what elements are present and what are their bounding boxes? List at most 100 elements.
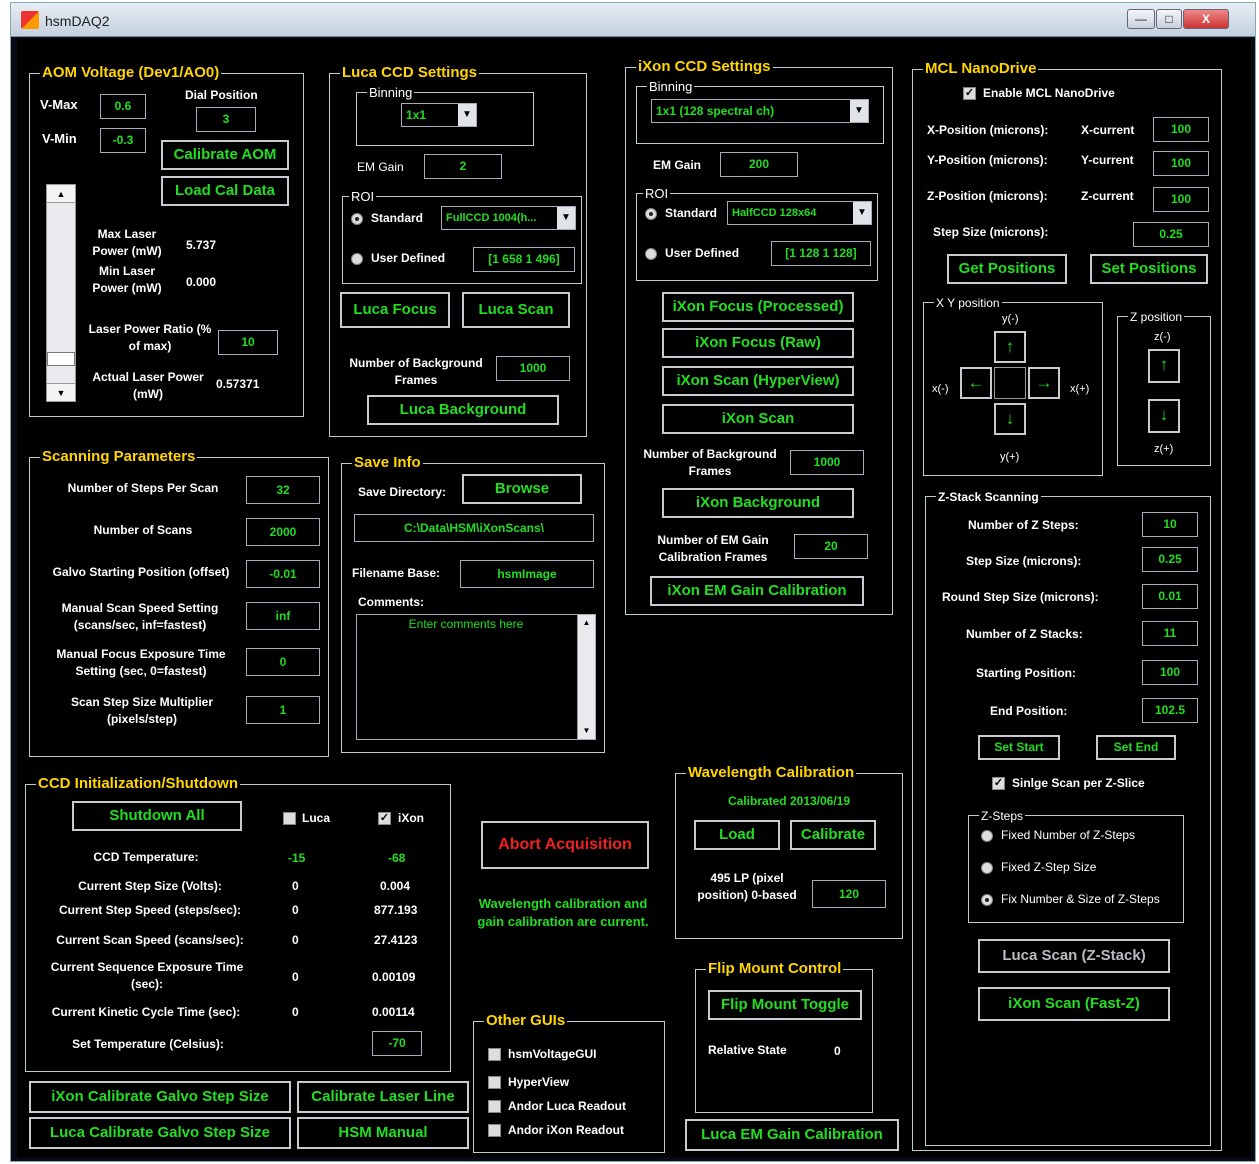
ixon-readout-checkbox[interactable] <box>488 1124 501 1137</box>
ixon-focus-processed-button[interactable]: iXon Focus (Processed) <box>662 292 854 322</box>
z-plus-button[interactable]: ↓ <box>1148 399 1180 433</box>
ixon-fastz-button[interactable]: iXon Scan (Fast-Z) <box>978 987 1170 1021</box>
single-scan-checkbox[interactable]: ✓ <box>992 777 1005 790</box>
fixed-size-radio[interactable] <box>981 862 993 874</box>
scroll-up-icon[interactable]: ▲ <box>578 615 595 631</box>
scroll-down-icon[interactable]: ▼ <box>578 723 595 739</box>
ixon-background-button[interactable]: iXon Background <box>662 488 854 518</box>
ixon-user-field[interactable]: [1 128 1 128] <box>771 241 871 266</box>
z-position-group: Z position z(-) ↑ ↓ z(+) <box>1117 308 1211 466</box>
enable-mcl-checkbox[interactable]: ✓ <box>963 87 976 100</box>
luca-focus-button[interactable]: Luca Focus <box>340 292 450 328</box>
shutdown-all-button[interactable]: Shutdown All <box>72 801 242 831</box>
set-temp-field[interactable]: -70 <box>372 1031 422 1056</box>
calibrate-laser-line-button[interactable]: Calibrate Laser Line <box>297 1081 469 1113</box>
nstacks-field[interactable]: 11 <box>1142 621 1198 646</box>
actual-power-value: 0.57371 <box>216 377 260 391</box>
power-ratio-field[interactable]: 10 <box>218 330 278 355</box>
luca-em-gain-calibration-button[interactable]: Luca EM Gain Calibration <box>685 1119 899 1151</box>
abort-acquisition-button[interactable]: Abort Acquisition <box>481 821 649 869</box>
ixon-calibrate-galvo-button[interactable]: iXon Calibrate Galvo Step Size <box>29 1081 291 1113</box>
browse-button[interactable]: Browse <box>462 474 582 504</box>
wave-calibrate-button[interactable]: Calibrate <box>790 820 876 850</box>
save-dir-field[interactable]: C:\Data\HSM\iXonScans\ <box>354 514 594 542</box>
ixon-standard-value: HalfCCD 128x64 <box>732 207 817 219</box>
luca-calibrate-galvo-button[interactable]: Luca Calibrate Galvo Step Size <box>29 1117 291 1149</box>
hsm-manual-button[interactable]: HSM Manual <box>297 1117 469 1149</box>
ixon-user-radio[interactable] <box>645 248 657 260</box>
wave-load-button[interactable]: Load <box>694 820 780 850</box>
end-field[interactable]: 102.5 <box>1142 698 1198 723</box>
minimize-button[interactable]: — <box>1127 9 1155 29</box>
ixon-bg-field[interactable]: 1000 <box>790 450 864 475</box>
speed-field[interactable]: inf <box>246 602 320 630</box>
close-button[interactable]: X <box>1183 9 1229 29</box>
mult-field[interactable]: 1 <box>246 696 320 724</box>
set-positions-button[interactable]: Set Positions <box>1090 254 1208 284</box>
comments-scrollbar[interactable]: ▲ ▼ <box>577 615 595 739</box>
slider-up-arrow[interactable]: ▲ <box>47 185 75 203</box>
set-start-button[interactable]: Set Start <box>978 735 1060 760</box>
luca-user-field[interactable]: [1 658 1 496] <box>473 247 575 272</box>
slider-down-arrow[interactable]: ▼ <box>47 383 75 401</box>
luca-standard-radio[interactable] <box>351 213 363 225</box>
ixon-checkbox[interactable]: ✓ <box>378 812 391 825</box>
nsteps-field[interactable]: 10 <box>1142 512 1198 537</box>
flip-panel: Flip Mount Control Flip Mount Toggle Rel… <box>695 960 873 1113</box>
x-minus-button[interactable]: ← <box>960 367 992 399</box>
filename-base-field[interactable]: hsmImage <box>460 560 594 588</box>
luca-bg-field[interactable]: 1000 <box>496 356 570 381</box>
ixon-emgain-field[interactable]: 200 <box>720 152 798 177</box>
z-minus-button[interactable]: ↑ <box>1148 349 1180 383</box>
ixon-scan-hyperview-button[interactable]: iXon Scan (HyperView) <box>662 366 854 396</box>
lp-field[interactable]: 120 <box>812 880 886 908</box>
galvo-field[interactable]: -0.01 <box>246 560 320 588</box>
x-plus-button[interactable]: → <box>1028 367 1060 399</box>
hsmvoltagegui-checkbox[interactable] <box>488 1048 501 1061</box>
zstep-field[interactable]: 0.25 <box>1142 547 1198 572</box>
ycur-field[interactable]: 100 <box>1153 151 1209 176</box>
ixon-standard-dropdown[interactable]: HalfCCD 128x64 ▼ <box>727 201 872 225</box>
zcur-field[interactable]: 100 <box>1153 187 1209 212</box>
ixon-standard-radio[interactable] <box>645 208 657 220</box>
y-plus-button[interactable]: ↓ <box>994 403 1026 435</box>
step-field[interactable]: 0.25 <box>1133 222 1209 247</box>
hyperview-checkbox[interactable] <box>488 1076 501 1089</box>
comments-textarea[interactable]: Enter comments here ▲ ▼ <box>356 614 596 740</box>
exposure-label: Manual Focus Exposure Time Setting (sec,… <box>56 647 226 678</box>
luca-binning-dropdown[interactable]: 1x1 ▼ <box>401 103 477 127</box>
luca-scan-button[interactable]: Luca Scan <box>462 292 570 328</box>
ixon-emcal-button[interactable]: iXon EM Gain Calibration <box>650 576 864 606</box>
luca-readout-checkbox[interactable] <box>488 1100 501 1113</box>
calibrate-aom-button[interactable]: Calibrate AOM <box>161 140 289 170</box>
steps-field[interactable]: 32 <box>246 476 320 504</box>
slider-thumb[interactable] <box>47 352 75 367</box>
flip-toggle-button[interactable]: Flip Mount Toggle <box>708 990 862 1020</box>
luca-user-radio[interactable] <box>351 253 363 265</box>
xcur-field[interactable]: 100 <box>1153 117 1209 142</box>
dial-field[interactable]: 3 <box>196 107 256 132</box>
y-minus-button[interactable]: ↑ <box>994 331 1026 363</box>
ixon-binning-dropdown[interactable]: 1x1 (128 spectral ch) ▼ <box>651 99 869 123</box>
load-cal-data-button[interactable]: Load Cal Data <box>161 176 289 206</box>
maximize-button[interactable]: □ <box>1156 9 1182 29</box>
vmin-field[interactable]: -0.3 <box>100 128 146 153</box>
nscans-field[interactable]: 2000 <box>246 518 320 546</box>
fixed-number-radio[interactable] <box>981 830 993 842</box>
get-positions-button[interactable]: Get Positions <box>947 254 1067 284</box>
ixon-focus-raw-button[interactable]: iXon Focus (Raw) <box>662 328 854 358</box>
start-field[interactable]: 100 <box>1142 660 1198 685</box>
luca-standard-dropdown[interactable]: FullCCD 1004(h... ▼ <box>441 206 576 230</box>
luca-emgain-field[interactable]: 2 <box>424 154 502 179</box>
luca-checkbox[interactable] <box>283 812 296 825</box>
fix-both-radio[interactable] <box>981 894 993 906</box>
set-end-button[interactable]: Set End <box>1096 735 1176 760</box>
laser-power-slider[interactable]: ▲ ▼ <box>46 184 76 402</box>
round-step-field[interactable]: 0.01 <box>1142 584 1198 609</box>
vmax-field[interactable]: 0.6 <box>100 94 146 119</box>
ixon-scan-button[interactable]: iXon Scan <box>662 404 854 434</box>
luca-background-button[interactable]: Luca Background <box>367 395 559 425</box>
luca-zstack-button[interactable]: Luca Scan (Z-Stack) <box>978 939 1170 973</box>
ixon-emcal-field[interactable]: 20 <box>794 534 868 559</box>
exposure-field[interactable]: 0 <box>246 648 320 676</box>
